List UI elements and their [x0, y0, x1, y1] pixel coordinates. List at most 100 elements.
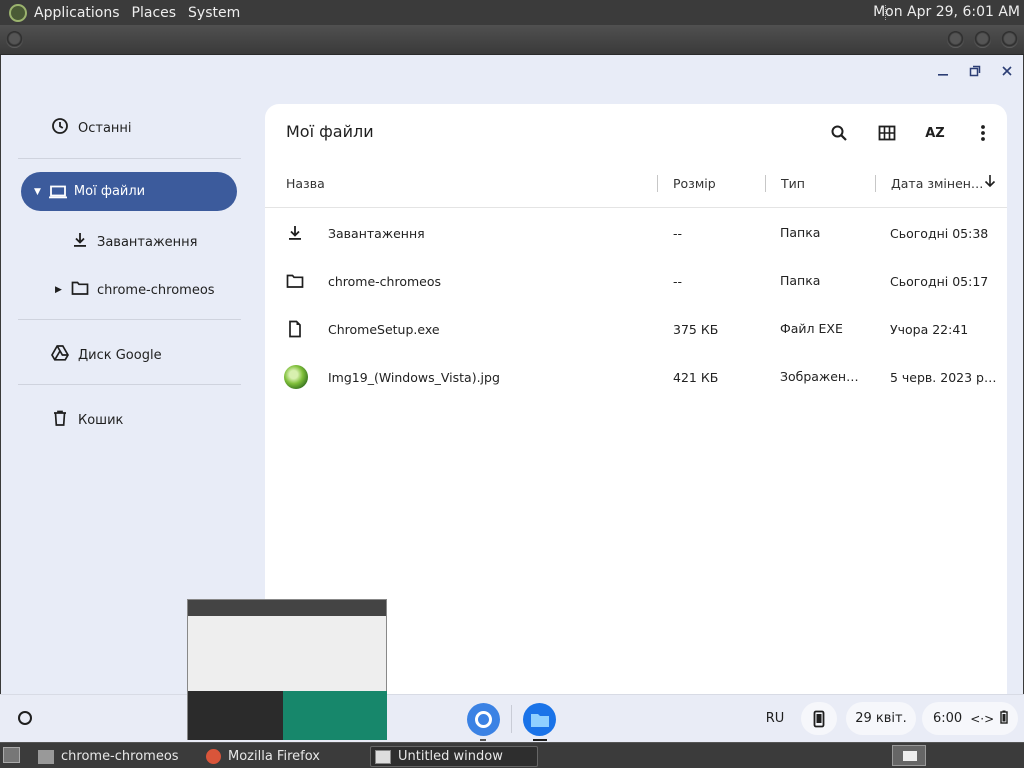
show-desktop-icon[interactable]: [3, 747, 20, 763]
folder-icon: [286, 272, 304, 290]
file-date: Сьогодні 05:17: [890, 274, 989, 289]
sidebar-item-label: Завантаження: [97, 234, 198, 250]
menu-system[interactable]: System: [188, 5, 240, 21]
window-preview-thumbnail[interactable]: [187, 599, 387, 740]
sidebar-item-downloads[interactable]: Завантаження: [71, 231, 198, 253]
close-icon[interactable]: [999, 65, 1015, 81]
panel-clock[interactable]: Mon Apr 29, 6:01 AM: [873, 4, 1020, 20]
shelf-divider: [511, 705, 512, 733]
file-name: ChromeSetup.exe: [328, 322, 440, 337]
window-menu-icon[interactable]: [6, 31, 23, 48]
column-header-name[interactable]: Назва: [286, 176, 325, 191]
search-icon[interactable]: [827, 121, 851, 145]
file-size: --: [673, 274, 683, 289]
sidebar-item-label: Кошик: [78, 412, 124, 428]
file-name: Завантаження: [328, 226, 425, 241]
table-row[interactable]: ChromeSetup.exe 375 КБ Файл EXE Учора 22…: [265, 305, 1007, 353]
window-icon: [375, 749, 391, 764]
task-chrome-chromeos[interactable]: chrome-chromeos: [34, 746, 199, 767]
thumbnail-titlebar: [188, 600, 386, 616]
restore-icon[interactable]: [967, 65, 983, 81]
sidebar-item-label: chrome-chromeos: [97, 282, 215, 298]
menu-applications[interactable]: Applications: [34, 5, 120, 21]
file-type: Зображен…: [780, 369, 859, 384]
column-divider[interactable]: [657, 175, 658, 192]
sidebar-item-recent[interactable]: Останні: [51, 117, 132, 139]
column-header-type[interactable]: Тип: [781, 176, 805, 191]
clock-icon: [51, 117, 69, 139]
chrome-app-icon[interactable]: [467, 703, 500, 736]
table-row[interactable]: chrome-chromeos -- Папка Сьогодні 05:17: [265, 257, 1007, 305]
expand-arrow-icon[interactable]: ▶: [55, 285, 65, 295]
system-logo-icon[interactable]: [9, 3, 27, 22]
outer-maximize-icon[interactable]: [974, 31, 991, 48]
sidebar-item-label: Диск Google: [78, 347, 162, 363]
shelf: RU 29 квіт. 6:00 <·>: [0, 694, 1024, 742]
task-mozilla-firefox[interactable]: Mozilla Firefox: [202, 746, 367, 767]
sidebar-item-my-files[interactable]: ▼ Мої файли: [21, 172, 237, 211]
folder-icon: [71, 279, 89, 301]
files-app-window: Останні ▼ Мої файли Завантаження ▶ chrom…: [1, 55, 1023, 742]
file-size: --: [673, 226, 683, 241]
sidebar-divider: [18, 158, 241, 159]
system-tray[interactable]: 6:00 <·>: [922, 702, 1018, 735]
column-divider[interactable]: [875, 175, 876, 192]
file-type: Папка: [780, 273, 821, 288]
google-drive-icon: [51, 344, 69, 366]
active-indicator: [533, 739, 547, 741]
task-untitled-window[interactable]: Untitled window: [370, 746, 538, 767]
file-date: Сьогодні 05:38: [890, 226, 989, 241]
minimize-icon[interactable]: [935, 65, 951, 81]
page-title: Мої файли: [286, 122, 374, 141]
menu-places[interactable]: Places: [132, 5, 177, 21]
column-divider[interactable]: [765, 175, 766, 192]
file-icon: [286, 320, 304, 338]
files-app-icon[interactable]: [523, 703, 556, 736]
sidebar-item-label: Мої файли: [73, 184, 146, 199]
launcher-icon[interactable]: [18, 711, 32, 725]
tray-time: 6:00: [933, 711, 963, 726]
battery-icon: [1000, 710, 1008, 728]
top-panel: Applications Places System Mon Apr 29, 6…: [0, 0, 1024, 25]
ethernet-icon: <·>: [970, 711, 995, 726]
outer-close-icon[interactable]: [1001, 31, 1018, 48]
file-date: Учора 22:41: [890, 322, 969, 337]
sort-descending-icon[interactable]: [984, 174, 996, 191]
file-name: chrome-chromeos: [328, 274, 442, 289]
running-indicator: [480, 739, 486, 741]
table-row[interactable]: Img19_(Windows_Vista).jpg 421 КБ Зображе…: [265, 353, 1007, 401]
date-tray[interactable]: 29 квіт.: [846, 702, 916, 735]
bottom-panel: chrome-chromeos Mozilla Firefox Untitled…: [0, 742, 1024, 768]
image-thumbnail: [284, 365, 308, 389]
sidebar-item-label: Останні: [78, 120, 132, 136]
outer-window-titlebar: [0, 25, 1024, 55]
grid-view-icon[interactable]: [875, 121, 899, 145]
more-vert-icon[interactable]: [971, 121, 995, 145]
outer-minimize-icon[interactable]: [947, 31, 964, 48]
file-type: Папка: [780, 225, 821, 240]
column-header-date[interactable]: Дата змінен…: [891, 176, 983, 191]
task-label: Untitled window: [398, 749, 503, 764]
folder-icon: [38, 749, 54, 764]
header-divider: [265, 207, 1007, 208]
phone-hub-icon[interactable]: [801, 702, 837, 735]
download-icon: [71, 231, 89, 253]
table-row[interactable]: Завантаження -- Папка Сьогодні 05:38: [265, 209, 1007, 257]
sidebar: Останні ▼ Мої файли Завантаження ▶ chrom…: [1, 87, 263, 687]
sidebar-item-trash[interactable]: Кошик: [51, 409, 123, 431]
file-size: 421 КБ: [673, 370, 719, 385]
expand-arrow-icon[interactable]: ▼: [34, 187, 41, 197]
sidebar-item-chrome-chromeos[interactable]: ▶ chrome-chromeos: [55, 279, 215, 301]
thumbnail-green-panel: [283, 691, 387, 740]
column-header-size[interactable]: Розмір: [673, 176, 716, 191]
trash-icon: [51, 409, 69, 431]
file-name: Img19_(Windows_Vista).jpg: [328, 370, 500, 385]
ime-indicator[interactable]: RU: [758, 702, 792, 735]
file-size: 375 КБ: [673, 322, 719, 337]
sort-az-icon[interactable]: AZ: [923, 121, 947, 145]
workspace-switcher[interactable]: [892, 745, 926, 766]
sidebar-item-google-drive[interactable]: Диск Google: [51, 344, 162, 366]
sidebar-divider: [18, 319, 241, 320]
sidebar-divider: [18, 384, 241, 385]
file-date: 5 черв. 2023 р…: [890, 370, 997, 385]
